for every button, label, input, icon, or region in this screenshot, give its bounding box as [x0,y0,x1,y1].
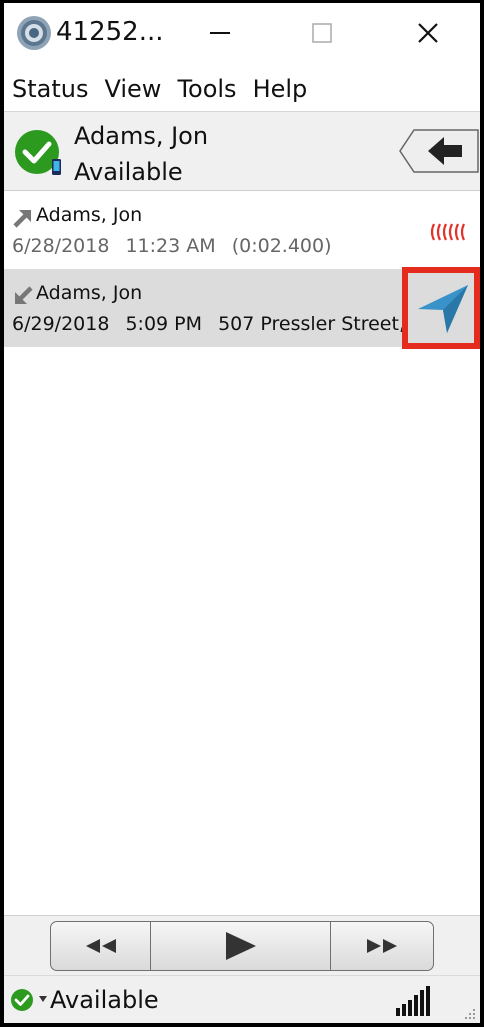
call-row-outgoing[interactable]: Adams, Jon 6/28/2018 11:23 AM (0:02.400) [4,191,480,269]
call-date: 6/29/2018 [12,313,110,335]
status-bar: Available [4,975,480,1023]
location-arrow-icon [418,285,468,333]
incoming-call-arrow-icon [15,286,33,304]
minimize-button[interactable] [200,15,240,51]
maximize-icon [312,23,332,43]
call-details: 6/29/2018 5:09 PM 507 Pressler Street, .… [12,313,439,335]
menu-tools[interactable]: Tools [169,73,236,109]
fast-forward-button[interactable] [331,922,433,970]
contact-header: Adams, Jon Available [4,111,480,191]
maximize-button[interactable] [302,15,342,51]
call-location: 507 Pressler Street, ... [218,313,430,335]
app-logo-icon [17,16,51,50]
rewind-button[interactable] [51,922,151,970]
call-contact-name: Adams, Jon [36,204,143,226]
call-details: 6/28/2018 11:23 AM (0:02.400) [12,235,342,257]
location-button[interactable] [402,267,480,349]
status-text[interactable]: Available [50,986,159,1014]
play-button[interactable] [151,922,331,970]
contact-status: Available [74,158,183,186]
window-title: 41252... [56,17,164,47]
playback-controls [50,921,434,971]
call-history-list: Adams, Jon 6/28/2018 11:23 AM (0:02.400) [4,191,480,915]
menu-help[interactable]: Help [245,73,308,109]
call-time: 5:09 PM [125,313,203,335]
contact-name: Adams, Jon [74,122,209,150]
play-icon [225,932,256,960]
playback-controls-bar [4,915,480,975]
outgoing-call-arrow-icon [13,210,31,228]
available-status-icon[interactable] [10,988,34,1012]
app-window: 41252... Status View Tools Help Adams, J… [4,3,480,1023]
fast-forward-icon [367,939,397,953]
call-duration: (0:02.400) [231,235,332,257]
title-bar: 41252... [4,3,480,67]
call-date: 6/28/2018 [12,235,110,257]
resize-grip-icon[interactable] [462,1008,476,1022]
close-icon [418,23,438,43]
status-dropdown-caret-icon[interactable] [39,996,47,1002]
signal-waves-icon [430,223,465,241]
menu-bar: Status View Tools Help [4,73,480,109]
rewind-icon [85,939,116,953]
signal-strength-icon [396,986,430,1016]
menu-view[interactable]: View [96,73,161,109]
call-time: 11:23 AM [125,235,216,257]
call-contact-name: Adams, Jon [36,282,143,304]
menu-status[interactable]: Status [4,73,88,109]
minimize-icon [210,32,230,34]
available-status-icon [15,130,61,175]
back-arrow-button[interactable] [398,128,480,174]
close-button[interactable] [408,15,448,51]
